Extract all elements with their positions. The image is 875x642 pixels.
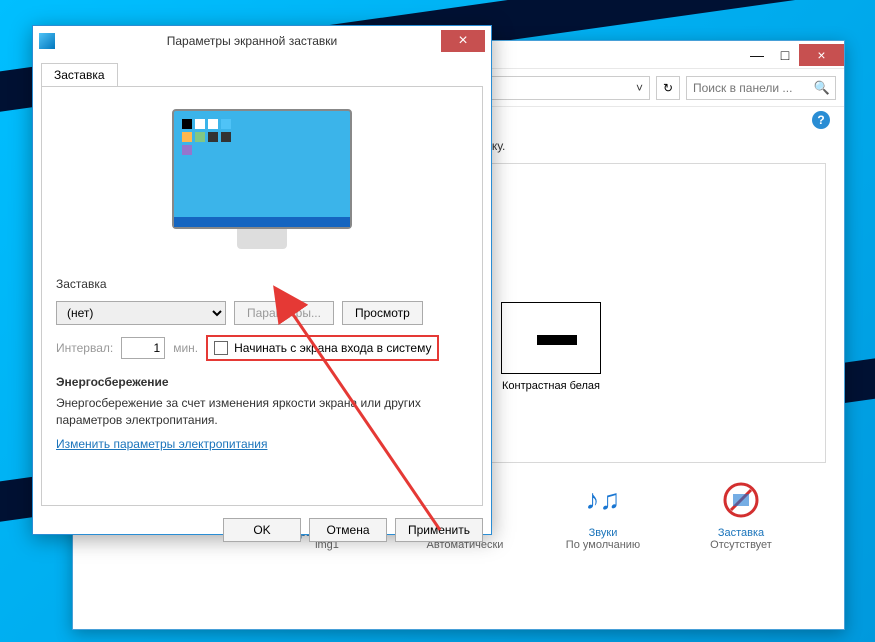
ok-button[interactable]: OK [223,518,301,542]
ss-body: Заставка (нет) Параметры... Просмотр Инт… [41,86,483,506]
label-screensaver: Заставка [56,277,107,291]
cancel-button[interactable]: Отмена [309,518,387,542]
label-min: мин. [173,341,198,355]
bottom-item-screensaver[interactable]: Заставка Отсутствует [686,479,796,551]
highlighted-option: Начинать с экрана входа в систему [206,335,439,361]
params-button[interactable]: Параметры... [234,301,334,325]
preview-button[interactable]: Просмотр [342,301,423,325]
ss-footer: OK Отмена Применить [33,514,491,550]
label-interval: Интервал: [56,341,113,355]
power-group-label: Энергосбережение [56,375,468,389]
theme-item-hc-white[interactable]: Контрастная белая [501,302,601,404]
help-icon[interactable]: ? [812,111,830,129]
search-icon: 🔍 [814,80,830,96]
power-link[interactable]: Изменить параметры электропитания [56,437,267,451]
minimize-button[interactable]: — [743,44,771,66]
screensaver-icon [720,479,762,521]
sounds-icon: ♪♫ [582,479,624,521]
screensaver-dialog: Параметры экранной заставки × Заставка З… [32,25,492,535]
interval-input[interactable] [121,337,165,359]
apply-button[interactable]: Применить [395,518,483,542]
checkbox-label: Начинать с экрана входа в систему [234,341,431,355]
dialog-close-button[interactable]: × [441,30,485,52]
screensaver-select[interactable]: (нет) [56,301,226,325]
ss-titlebar: Параметры экранной заставки × [33,26,491,56]
power-text: Энергосбережение за счет изменения яркос… [56,395,468,429]
maximize-button[interactable]: □ [771,44,799,66]
refresh-button[interactable]: ↻ [656,76,680,100]
dialog-title: Параметры экранной заставки [63,34,441,48]
logon-checkbox[interactable] [214,341,228,355]
monitor-preview [172,109,352,259]
dialog-icon [39,33,55,49]
tab-screensaver[interactable]: Заставка [41,63,118,87]
close-button[interactable]: × [799,44,844,66]
bottom-item-sounds[interactable]: ♪♫ Звуки По умолчанию [548,479,658,551]
theme-label: Контрастная белая [501,380,601,392]
